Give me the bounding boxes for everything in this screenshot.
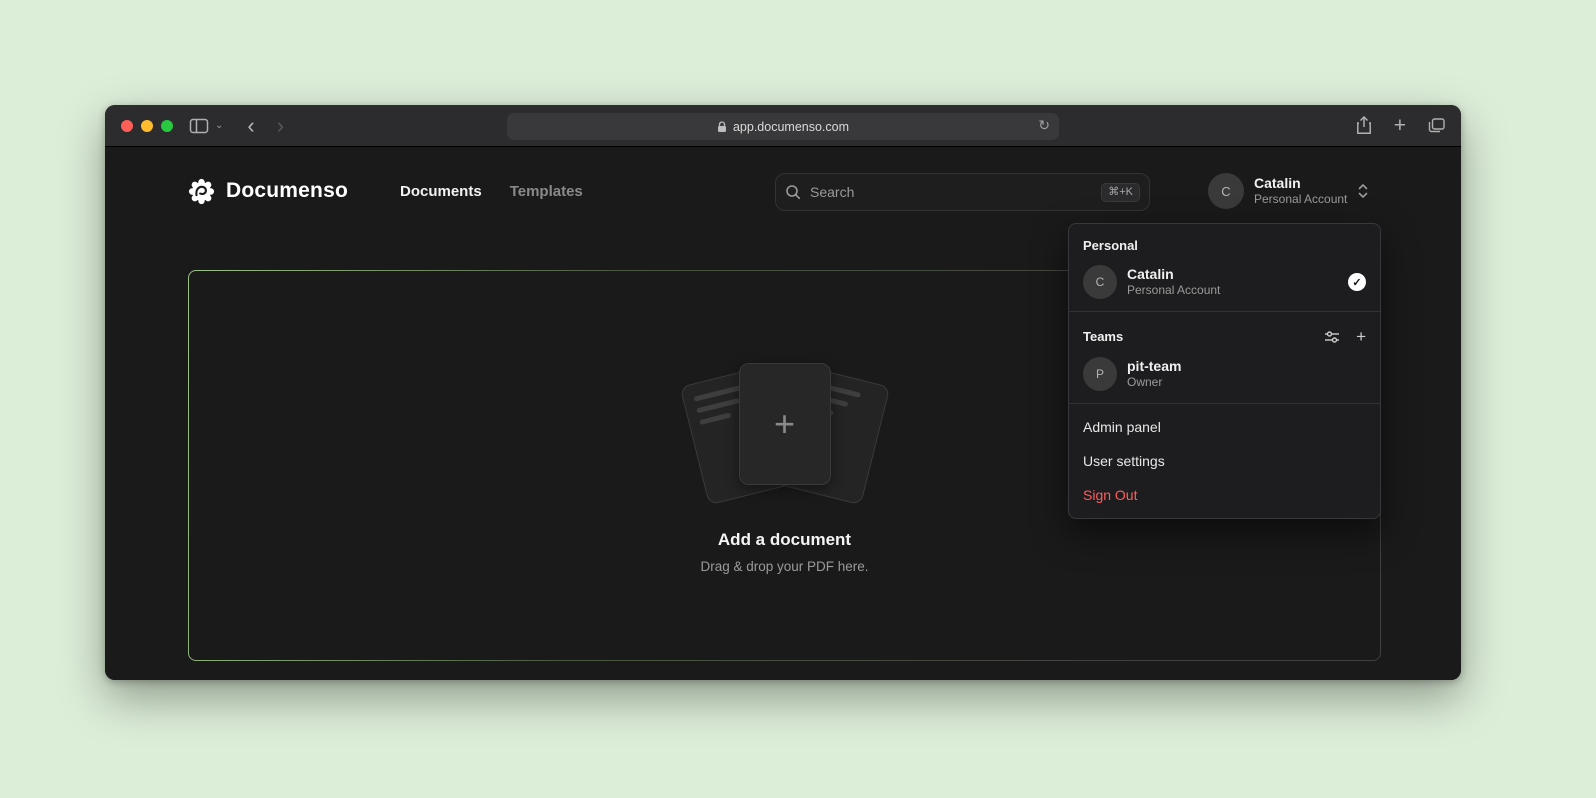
menu-item-sign-out[interactable]: Sign Out bbox=[1069, 478, 1380, 512]
menu-item-user-settings[interactable]: User settings bbox=[1069, 444, 1380, 478]
add-team-icon[interactable]: + bbox=[1356, 328, 1366, 345]
account-menu-trigger[interactable]: C Catalin Personal Account bbox=[1208, 171, 1369, 211]
url-bar[interactable]: app.documenso.com ↻ bbox=[507, 113, 1059, 140]
avatar: P bbox=[1083, 357, 1117, 391]
menu-divider bbox=[1069, 311, 1380, 312]
avatar: C bbox=[1208, 173, 1244, 209]
menu-item-admin-panel[interactable]: Admin panel bbox=[1069, 410, 1380, 444]
personal-account-name: Catalin bbox=[1127, 266, 1220, 284]
search-bar[interactable]: ⌘+K bbox=[775, 173, 1150, 211]
team-name: pit-team bbox=[1127, 358, 1181, 376]
maximize-window-button[interactable] bbox=[161, 120, 173, 132]
back-icon[interactable]: ‹ bbox=[247, 115, 254, 137]
plus-icon: + bbox=[774, 406, 795, 442]
app-content: Documenso Documents Templates ⌘+K C Cata… bbox=[105, 147, 1461, 680]
search-icon bbox=[785, 184, 801, 200]
share-icon[interactable] bbox=[1356, 116, 1372, 135]
search-input[interactable] bbox=[810, 184, 1092, 200]
sidebar-chevron-icon[interactable]: ⌄ bbox=[215, 120, 223, 131]
selected-check-icon: ✓ bbox=[1348, 273, 1366, 291]
lock-icon bbox=[717, 121, 727, 133]
sidebar-toggle-icon[interactable] bbox=[189, 118, 209, 134]
dropzone-title: Add a document bbox=[718, 530, 851, 550]
manage-teams-icon[interactable] bbox=[1324, 330, 1340, 344]
browser-toolbar: ⌄ ‹ › app.documenso.com ↻ + bbox=[105, 105, 1461, 147]
window-controls bbox=[121, 120, 173, 132]
search-shortcut-badge: ⌘+K bbox=[1101, 183, 1140, 202]
team-item[interactable]: P pit-team Owner bbox=[1069, 351, 1380, 397]
account-subtitle: Personal Account bbox=[1254, 192, 1347, 207]
minimize-window-button[interactable] bbox=[141, 120, 153, 132]
avatar: C bbox=[1083, 265, 1117, 299]
chevron-up-down-icon bbox=[1357, 182, 1369, 200]
personal-account-item[interactable]: C Catalin Personal Account ✓ bbox=[1069, 259, 1380, 305]
personal-account-subtitle: Personal Account bbox=[1127, 283, 1220, 298]
tab-overview-icon[interactable] bbox=[1428, 118, 1445, 133]
account-dropdown-menu: Personal C Catalin Personal Account ✓ Te… bbox=[1068, 223, 1381, 519]
new-tab-icon[interactable]: + bbox=[1394, 114, 1406, 138]
nav-documents[interactable]: Documents bbox=[400, 183, 482, 200]
brand[interactable]: Documenso bbox=[188, 171, 348, 211]
cards-illustration: + bbox=[675, 358, 895, 508]
card-front: + bbox=[739, 363, 831, 485]
reload-icon[interactable]: ↻ bbox=[1038, 117, 1050, 134]
documenso-logo-icon bbox=[188, 178, 215, 205]
teams-section-heading: Teams bbox=[1083, 329, 1123, 344]
dropzone-subtitle: Drag & drop your PDF here. bbox=[700, 559, 868, 574]
team-role: Owner bbox=[1127, 375, 1181, 390]
nav-templates[interactable]: Templates bbox=[510, 183, 583, 200]
url-text: app.documenso.com bbox=[733, 120, 849, 134]
forward-icon[interactable]: › bbox=[277, 115, 284, 137]
account-name: Catalin bbox=[1254, 175, 1347, 192]
close-window-button[interactable] bbox=[121, 120, 133, 132]
browser-window: ⌄ ‹ › app.documenso.com ↻ + bbox=[105, 105, 1461, 680]
personal-section-heading: Personal bbox=[1069, 228, 1380, 259]
brand-name: Documenso bbox=[226, 179, 348, 203]
menu-divider bbox=[1069, 403, 1380, 404]
main-nav: Documents Templates bbox=[400, 171, 583, 211]
